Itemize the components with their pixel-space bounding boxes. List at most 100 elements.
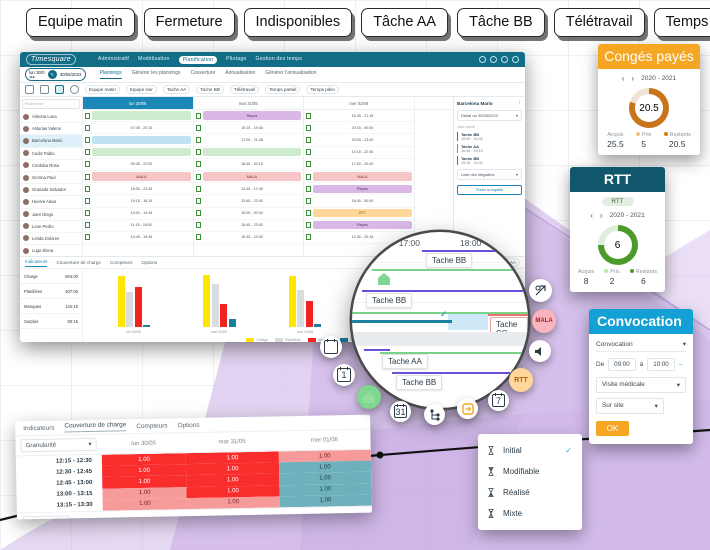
menu-item-mixte[interactable]: Mixte xyxy=(478,503,582,524)
edit-icon[interactable] xyxy=(85,173,91,180)
tag-tache-bb[interactable]: Tâche BB xyxy=(457,8,545,37)
cov-tab-options[interactable]: Options xyxy=(177,421,199,428)
hierarchy-fab[interactable] xyxy=(424,404,445,425)
nav-administratif[interactable]: Administratif xyxy=(98,56,129,64)
shift-cell[interactable]: 16:00 - 00:00 xyxy=(193,208,303,220)
shift-cell[interactable]: RTT xyxy=(304,208,414,220)
filter-chip-6[interactable]: Temps plein xyxy=(306,85,339,94)
shift-chip[interactable]: 10:00 - 14:45 xyxy=(92,209,190,217)
shift-cell[interactable]: 17:00 - 20:00 xyxy=(304,159,414,171)
nav-gestion-des-temps[interactable]: Gestion des temps xyxy=(256,56,303,64)
employee-row[interactable]: Asturias Valens xyxy=(20,123,82,136)
shift-chip[interactable]: 15:45 - 23:00 xyxy=(203,233,301,241)
help-icon[interactable] xyxy=(490,56,497,63)
shift-chip[interactable]: 20:00 - 23:00 xyxy=(313,136,411,144)
shift-cell[interactable]: 20:15 - 00:00 xyxy=(304,122,414,135)
shift-chip[interactable] xyxy=(202,147,301,157)
chart-legend-entry[interactable]: Planifiées xyxy=(275,338,301,342)
edit-icon[interactable] xyxy=(195,173,201,180)
shift-chip[interactable]: 13:45 - 22:00 xyxy=(203,197,301,205)
next-year-button[interactable]: › xyxy=(600,211,603,220)
employee-row[interactable]: Cadiz Pablo xyxy=(20,148,82,160)
detail-date-select[interactable]: Détail du 30/05/2022 ▾ xyxy=(457,110,522,121)
prev-year-button[interactable]: ‹ xyxy=(622,74,625,83)
nav-pilotage[interactable]: Pilotage xyxy=(226,56,246,64)
edit-icon[interactable] xyxy=(85,136,91,143)
subnav-plannings[interactable]: Plannings xyxy=(99,70,122,79)
grid-icon[interactable] xyxy=(501,56,508,63)
shift-cell[interactable]: 10:00 - 14:45 xyxy=(83,208,193,220)
filter-chip-1[interactable]: Equipe soir xyxy=(125,85,157,94)
user-avatar-icon[interactable] xyxy=(512,56,519,63)
shift-chip[interactable]: 16:00 - 00:00 xyxy=(203,209,301,217)
shift-cell[interactable]: Repos xyxy=(304,220,414,232)
day-header[interactable]: mer 01/06 xyxy=(304,97,414,110)
home-fab[interactable] xyxy=(357,385,381,409)
edit-icon[interactable] xyxy=(85,112,91,119)
magnifier-task-4[interactable]: Tache BB xyxy=(396,375,443,390)
edit-icon[interactable] xyxy=(195,112,201,119)
edit-icon[interactable] xyxy=(306,161,312,168)
shift-cell[interactable]: 10:15 - 19:45 xyxy=(193,122,303,135)
employee-row-selected[interactable]: Barcelona Mario xyxy=(20,135,82,148)
shift-cell[interactable]: Repos xyxy=(304,183,414,196)
shift-chip[interactable]: Repos xyxy=(313,221,412,230)
shift-chip[interactable]: MALA xyxy=(313,172,412,181)
edit-icon[interactable] xyxy=(306,149,312,156)
calendar-week-fab[interactable] xyxy=(320,336,342,358)
menu-item-modifiable[interactable]: Modifiable xyxy=(478,461,582,482)
tag-fermeture[interactable]: Fermeture xyxy=(143,8,235,37)
shift-chip[interactable]: 07:45 - 20:15 xyxy=(92,124,190,132)
subnav-generer-annualisation[interactable]: Générer l'annualisation xyxy=(265,70,316,79)
tab-couverture-de-charge[interactable]: Couverture de charge xyxy=(56,260,100,265)
shift-cell[interactable]: 17:00 - 21:45 xyxy=(193,134,303,147)
tag-tache-aa[interactable]: Tâche AA xyxy=(361,8,449,37)
filter-chip-3[interactable]: Tache BB xyxy=(196,85,224,94)
shift-cell[interactable]: Repos xyxy=(193,110,303,123)
edit-icon[interactable] xyxy=(195,136,201,143)
edit-icon[interactable] xyxy=(306,197,312,204)
shift-cell[interactable]: 11:15 - 18:00 xyxy=(83,220,193,232)
illegality-select[interactable]: Liste des illégalités ▾ xyxy=(457,169,522,180)
edit-icon[interactable] xyxy=(195,234,201,241)
employee-row[interactable]: Cordoba Rosa xyxy=(20,160,82,172)
edit-icon[interactable] xyxy=(306,185,312,192)
edit-icon[interactable] xyxy=(195,222,201,229)
tag-temps-partiel[interactable]: Temps partiel xyxy=(653,8,710,37)
calendar-31-fab[interactable]: 31 xyxy=(390,401,411,422)
shift-chip[interactable]: 20:15 - 00:00 xyxy=(313,124,411,132)
shift-cell[interactable]: 18:45 - 20:15 xyxy=(193,159,303,171)
shift-cell[interactable] xyxy=(193,147,303,159)
edit-icon[interactable] xyxy=(85,124,91,131)
shift-chip[interactable]: Repos xyxy=(313,184,412,193)
filter-chip-5[interactable]: Temps partiel xyxy=(265,85,301,94)
convocation-type-select[interactable]: Convocation ▾ xyxy=(596,340,686,352)
magnifier-task-0[interactable]: Tache BB xyxy=(426,253,473,268)
edit-icon[interactable] xyxy=(306,136,312,143)
shift-cell[interactable]: MALA xyxy=(193,171,303,184)
settings-icon[interactable] xyxy=(70,85,79,94)
edit-icon[interactable] xyxy=(85,149,91,156)
mala-fab[interactable]: MALA xyxy=(532,309,556,333)
shift-chip[interactable]: 10:45 - 19:45 xyxy=(92,233,190,241)
edit-icon[interactable] xyxy=(195,124,201,131)
edit-icon[interactable] xyxy=(85,185,91,192)
magnifier-selection[interactable] xyxy=(448,314,488,330)
shift-chip[interactable] xyxy=(92,135,191,145)
more-options-icon[interactable]: ⋮ xyxy=(517,100,522,106)
shift-chip[interactable]: 18:00 - 22:45 xyxy=(92,185,190,193)
tab-compteurs[interactable]: Compteurs xyxy=(110,260,132,265)
day-header[interactable]: mar 31/05 xyxy=(193,97,303,110)
shift-chip[interactable]: 17:00 - 20:00 xyxy=(313,160,411,168)
shift-cell[interactable]: 15:45 - 23:00 xyxy=(193,220,303,232)
shift-cell[interactable]: 15:45 - 21:15 xyxy=(304,110,414,123)
prev-year-button[interactable]: ‹ xyxy=(590,211,593,220)
employee-row[interactable]: Leon Pedro xyxy=(20,221,82,233)
edit-icon[interactable] xyxy=(306,222,312,229)
shift-chip[interactable]: 17:00 - 21:45 xyxy=(203,136,301,144)
detail-task[interactable]: Tache BB 19:15 - 21:00 xyxy=(457,156,522,165)
shift-chip[interactable]: 18:45 - 00:00 xyxy=(313,197,411,205)
magnifier-task-1[interactable]: Tache BB xyxy=(366,293,413,308)
employee-row[interactable]: Lerida Dolores xyxy=(20,233,82,246)
employee-row[interactable]: Gerona Paul xyxy=(20,172,82,185)
